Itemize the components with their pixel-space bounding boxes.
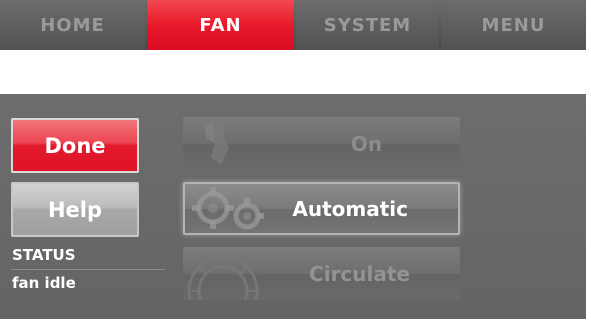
fan-option-circulate-label: Circulate	[309, 261, 410, 286]
fan-blade-icon	[205, 121, 229, 165]
fan-option-automatic-label: Automatic	[292, 196, 408, 221]
status-label: STATUS	[12, 246, 76, 264]
tab-menu[interactable]: MENU	[441, 0, 586, 50]
fan-settings-panel: Done Help STATUS fan idle On Automatic C…	[0, 94, 586, 319]
fan-option-on-label: On	[350, 131, 383, 156]
status-divider	[11, 269, 165, 270]
tab-system[interactable]: SYSTEM	[296, 0, 439, 50]
done-button[interactable]: Done	[11, 118, 139, 173]
fan-option-on[interactable]: On	[183, 117, 460, 170]
gears-icon	[192, 187, 264, 230]
fan-option-circulate[interactable]: Circulate	[183, 247, 460, 300]
help-button[interactable]: Help	[11, 182, 139, 237]
fan-option-automatic[interactable]: Automatic	[183, 182, 460, 235]
tab-fan[interactable]: FAN	[147, 0, 294, 50]
status-value: fan idle	[12, 274, 76, 292]
tab-home[interactable]: HOME	[0, 0, 145, 50]
circulate-wheel-icon	[187, 255, 259, 300]
top-tab-bar: HOME FAN SYSTEM MENU	[0, 0, 586, 50]
